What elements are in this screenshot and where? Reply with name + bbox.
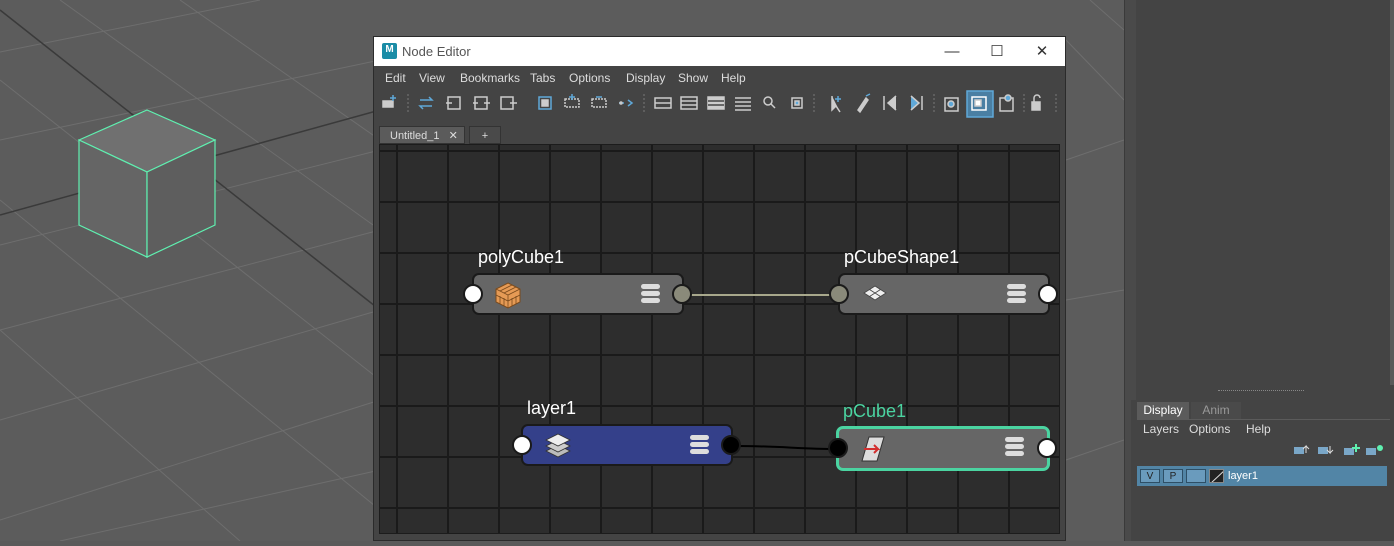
menu-display[interactable]: Display [626, 71, 665, 85]
menu-help[interactable]: Help [1246, 422, 1271, 436]
move-layer-up-icon[interactable] [1294, 444, 1310, 454]
attributes-list-icon[interactable] [1004, 435, 1026, 459]
node-title-pcube1: pCube1 [843, 401, 907, 421]
poly-cube-icon [495, 282, 521, 309]
node-title-layer1: layer1 [527, 398, 577, 418]
node-title-pcubeshape1: pCubeShape1 [844, 247, 960, 267]
output-port-polycube1[interactable] [672, 284, 692, 304]
node-pcube1[interactable] [836, 426, 1050, 471]
close-button[interactable]: ✕ [1019, 37, 1065, 66]
cube-mesh[interactable] [77, 109, 217, 258]
menu-edit[interactable]: Edit [385, 71, 406, 85]
add-selected-icon[interactable] [564, 94, 580, 108]
input-port-pcubeshape1[interactable] [829, 284, 849, 304]
frame-all-icon[interactable] [538, 96, 552, 110]
new-layer-selected-icon[interactable] [1366, 445, 1383, 455]
window-title: Node Editor [402, 44, 471, 59]
output-port-layer1[interactable] [721, 435, 741, 455]
input-port-pcube1[interactable] [828, 438, 848, 458]
swap-icon[interactable] [418, 96, 434, 110]
bookmark-icon[interactable] [791, 97, 803, 109]
lock-icon[interactable] [1031, 94, 1041, 111]
tab-label: Untitled_1 [390, 130, 440, 142]
divider-grip [1218, 390, 1304, 393]
minimize-button[interactable]: — [929, 37, 975, 66]
new-layer-icon[interactable] [1344, 444, 1360, 455]
tab-anim[interactable]: Anim [1191, 402, 1241, 419]
tab-close-icon[interactable]: ✕ [449, 130, 458, 142]
tab-underline [1137, 419, 1390, 420]
full-mode-icon[interactable] [707, 96, 725, 110]
layer-toolbar [1294, 444, 1383, 455]
search-icon[interactable] [763, 96, 776, 109]
mesh-shape-icon [863, 285, 887, 301]
layer-color-swatch[interactable] [1209, 469, 1224, 483]
next-icon[interactable] [910, 95, 923, 111]
input-connections-icon[interactable] [446, 96, 461, 110]
display-type-toggle[interactable] [1186, 469, 1206, 483]
node-editor-window: M Node Editor — ☐ ✕ Edit View Bookmarks … [373, 36, 1066, 541]
previous-icon[interactable] [883, 95, 897, 111]
add-node-icon[interactable] [382, 95, 396, 108]
menu-help[interactable]: Help [721, 71, 746, 85]
attributes-list-icon[interactable] [689, 433, 711, 457]
visibility-toggle[interactable]: V [1140, 469, 1160, 483]
node-title-polycube1: polyCube1 [478, 247, 565, 267]
title-bar[interactable]: M Node Editor — ☐ ✕ [374, 37, 1065, 66]
panel-divider[interactable] [1136, 385, 1394, 400]
layer-name[interactable]: layer1 [1228, 470, 1258, 482]
menu-layers[interactable]: Layers [1143, 422, 1179, 436]
output-connections-icon[interactable] [500, 96, 517, 110]
maximize-button[interactable]: ☐ [974, 37, 1020, 66]
connection-layer-pcube[interactable] [735, 445, 840, 450]
node-pcubeshape1[interactable] [838, 273, 1050, 315]
menu-tabs[interactable]: Tabs [530, 71, 555, 85]
maya-app-icon: M [382, 43, 397, 59]
layers-stack-icon [545, 433, 571, 458]
add-tab-button[interactable]: + [469, 126, 501, 144]
channel-box-panel [1136, 0, 1390, 385]
node-graph-canvas[interactable]: polyCube1 pCubeShape1 layer1 pCube1 [379, 144, 1060, 534]
menu-view[interactable]: View [419, 71, 445, 85]
swatch-diagonal-icon [1211, 471, 1223, 482]
graph-selected-icon[interactable] [619, 99, 634, 107]
custom-mode-icon[interactable] [735, 97, 751, 111]
tab-display[interactable]: Display [1137, 402, 1189, 419]
toolbar-icons [382, 90, 1057, 118]
node-layer1[interactable] [521, 424, 733, 466]
input-port-polycube1[interactable] [463, 284, 483, 304]
remove-selected-icon[interactable] [591, 96, 607, 108]
menu-bookmarks[interactable]: Bookmarks [460, 71, 520, 85]
tab-untitled-1[interactable]: Untitled_1 ✕ [379, 126, 465, 144]
pick-walk-icon[interactable] [857, 93, 871, 114]
attributes-list-icon[interactable] [1006, 282, 1028, 306]
menu-show[interactable]: Show [678, 71, 708, 85]
output-port-pcubeshape1[interactable] [1038, 284, 1058, 304]
graph-svg [380, 145, 1059, 533]
toggle-attributes-icon[interactable] [966, 90, 994, 118]
playback-toggle[interactable]: P [1163, 469, 1183, 483]
input-port-layer1[interactable] [512, 435, 532, 455]
transform-icon [861, 436, 885, 462]
simple-mode-icon[interactable] [654, 97, 672, 109]
io-connections-icon[interactable] [473, 96, 490, 110]
output-port-pcube1[interactable] [1037, 438, 1057, 458]
toggle-swatches-icon[interactable] [944, 97, 959, 112]
attributes-list-icon[interactable] [640, 282, 662, 306]
move-layer-down-icon[interactable] [1318, 446, 1334, 455]
menu-options[interactable]: Options [1189, 422, 1230, 436]
node-polycube1[interactable] [472, 273, 684, 315]
toggle-grid-icon[interactable] [999, 94, 1014, 112]
connected-mode-icon[interactable] [680, 96, 698, 110]
select-icon[interactable] [831, 96, 841, 113]
menu-options[interactable]: Options [569, 71, 610, 85]
